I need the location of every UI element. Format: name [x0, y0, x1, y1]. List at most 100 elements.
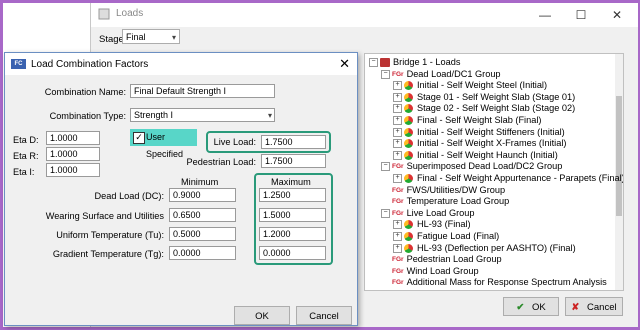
collapse-icon[interactable]: − — [381, 208, 390, 218]
expand-icon[interactable]: + — [393, 150, 402, 160]
expand-icon[interactable]: + — [393, 116, 402, 126]
tree-item-label: Wind Load Group — [406, 265, 479, 276]
chevron-down-icon: ▾ — [171, 33, 176, 42]
tree-item-label: Initial - Self Weight X-Frames (Initial) — [417, 138, 567, 149]
minimum-header: Minimum — [181, 177, 219, 187]
expand-icon[interactable]: + — [393, 243, 402, 253]
expand-icon[interactable]: + — [393, 104, 402, 114]
chevron-down-icon: ▾ — [267, 111, 272, 120]
stage-select[interactable]: Final ▾ — [122, 29, 180, 44]
tree-item[interactable]: + Initial - Self Weight X-Frames (Initial… — [393, 138, 566, 149]
tree-item[interactable]: + Initial - Self Weight Steel (Initial) — [393, 80, 547, 91]
expand-icon[interactable]: + — [393, 127, 402, 137]
factor-label: Dead Load (DC): — [94, 191, 164, 201]
factor-max-input[interactable]: 1.5000 — [259, 208, 326, 222]
tree-item[interactable]: + Initial - Self Weight Stiffeners (Initi… — [393, 127, 565, 138]
tree-item-label: Fatigue Load (Final) — [417, 231, 500, 241]
combination-name-input[interactable]: Final Default Strength I — [130, 84, 275, 98]
tree-item[interactable]: − FGr Live Load Group — [381, 208, 475, 219]
loadcase-icon — [404, 127, 413, 137]
scrollbar-thumb[interactable] — [616, 96, 622, 216]
expand-icon[interactable]: + — [393, 92, 402, 102]
tree-item[interactable]: − FGr Dead Load/DC1 Group — [381, 69, 501, 80]
factor-max-input[interactable]: 0.0000 — [259, 246, 326, 260]
collapse-icon[interactable]: − — [381, 69, 390, 79]
tree-item[interactable]: + Fatigue Load (Final) — [393, 231, 499, 242]
eta-d-input[interactable]: 1.0000 — [46, 131, 100, 145]
tree-item[interactable]: FGr FWS/Utilities/DW Group — [381, 185, 505, 196]
tree-item-label: Initial - Self Weight Haunch (Initial) — [417, 149, 558, 160]
loads-ok-label: OK — [531, 302, 546, 313]
tree-item[interactable]: + Stage 01 - Self Weight Slab (Stage 01) — [393, 92, 575, 103]
loads-cancel-button[interactable]: ✘ Cancel — [565, 297, 623, 316]
load-combination-dialog: FC Load Combination Factors ✕ Combinatio… — [4, 52, 358, 326]
group-icon: FGr — [392, 163, 404, 171]
tree-item[interactable]: FGr Wind Load Group — [381, 266, 479, 277]
loadcase-icon — [404, 104, 413, 114]
expand-icon[interactable]: + — [393, 232, 402, 242]
expand-icon[interactable]: + — [393, 220, 402, 230]
factor-max-input[interactable]: 1.2500 — [259, 188, 326, 202]
eta-r-input[interactable]: 1.0000 — [46, 147, 100, 161]
bridge-icon — [380, 58, 390, 68]
live-load-input[interactable]: 1.7500 — [261, 135, 326, 149]
collapse-icon[interactable]: − — [369, 58, 378, 68]
tree-item[interactable]: − FGr Superimposed Dead Load/DC2 Group — [381, 161, 562, 172]
tree-item[interactable]: + Final - Self Weight Appurtenance - Para… — [393, 173, 623, 184]
close-button[interactable]: ✕ — [606, 6, 628, 24]
combination-name-label: Combination Name: — [44, 87, 126, 97]
dialog-cancel-button[interactable]: Cancel — [296, 306, 352, 325]
tree-item[interactable]: + HL-93 (Deflection per AASHTO) (Final) — [393, 243, 576, 254]
loads-title: Loads — [116, 8, 144, 19]
tree-item[interactable]: + HL-93 (Final) — [393, 219, 471, 230]
tree-item-label: Dead Load/DC1 Group — [406, 68, 501, 79]
tree-item-label: Initial - Self Weight Stiffeners (Initia… — [417, 126, 565, 137]
group-icon: FGr — [392, 186, 404, 194]
tree-item-label: Initial - Self Weight Steel (Initial) — [417, 80, 548, 91]
tree-item[interactable]: FGr Additional Mass for Response Spectrum… — [381, 277, 607, 288]
tree-scrollbar[interactable] — [615, 54, 623, 290]
group-icon: FGr — [392, 267, 404, 275]
tree-item[interactable]: + Stage 02 - Self Weight Slab (Stage 02) — [393, 103, 575, 114]
tree-item[interactable]: FGr Temperature Load Group — [381, 196, 509, 207]
pedestrian-load-label: Pedestrian Load: — [186, 157, 256, 167]
maximize-button[interactable]: ☐ — [570, 6, 592, 24]
loadcase-icon — [404, 116, 413, 126]
factor-max-input[interactable]: 1.2000 — [259, 227, 326, 241]
factor-label: Gradient Temperature (Tg): — [52, 249, 164, 259]
eta-i-input[interactable]: 1.0000 — [46, 163, 100, 177]
tree-item-label: Final - Self Weight Slab (Final) — [417, 115, 542, 125]
expand-icon[interactable]: + — [393, 139, 402, 149]
combination-type-label: Combination Type: — [49, 111, 126, 121]
factor-min-input[interactable]: 0.6500 — [169, 208, 236, 222]
combination-type-value: Strength I — [134, 110, 174, 120]
minimize-button[interactable]: — — [534, 6, 556, 24]
tree-item[interactable]: − Bridge 1 - Loads — [369, 57, 460, 68]
group-icon: FGr — [392, 70, 404, 78]
loads-titlebar: Loads — ☐ ✕ — [91, 3, 638, 27]
loadcase-icon — [404, 150, 413, 160]
collapse-icon[interactable]: − — [381, 162, 390, 172]
dialog-close-button[interactable]: ✕ — [339, 56, 350, 72]
dialog-ok-button[interactable]: OK — [234, 306, 290, 325]
expand-icon[interactable]: + — [393, 81, 402, 91]
factor-label: Wearing Surface and Utilities — [45, 211, 164, 221]
expand-icon[interactable]: + — [393, 174, 402, 184]
factor-min-input[interactable]: 0.0000 — [169, 246, 236, 260]
loadcase-icon — [404, 92, 413, 102]
tree-item[interactable]: + Initial - Self Weight Haunch (Initial) — [393, 150, 558, 161]
loads-ok-button[interactable]: ✔ OK — [503, 297, 559, 316]
loads-tree[interactable]: − Bridge 1 - Loads − FGr Dead Load/DC1 Group… — [364, 53, 624, 291]
combination-type-select[interactable]: Strength I ▾ — [130, 108, 275, 122]
factor-min-input[interactable]: 0.9000 — [169, 188, 236, 202]
check-icon: ✔ — [516, 302, 525, 313]
user-specified-checkbox[interactable]: ✓ User Specified — [130, 129, 197, 159]
tree-item[interactable]: FGr Pedestrian Load Group — [381, 254, 502, 265]
dialog-title: Load Combination Factors — [31, 59, 149, 70]
checkbox-check-icon: ✓ — [133, 132, 145, 144]
factor-min-input[interactable]: 0.5000 — [169, 227, 236, 241]
tree-item[interactable]: + Final - Self Weight Slab (Final) — [393, 115, 541, 126]
tree-item-label: Temperature Load Group — [406, 196, 510, 207]
factor-label: Uniform Temperature (Tu): — [56, 230, 164, 240]
pedestrian-load-input[interactable]: 1.7500 — [261, 154, 326, 168]
